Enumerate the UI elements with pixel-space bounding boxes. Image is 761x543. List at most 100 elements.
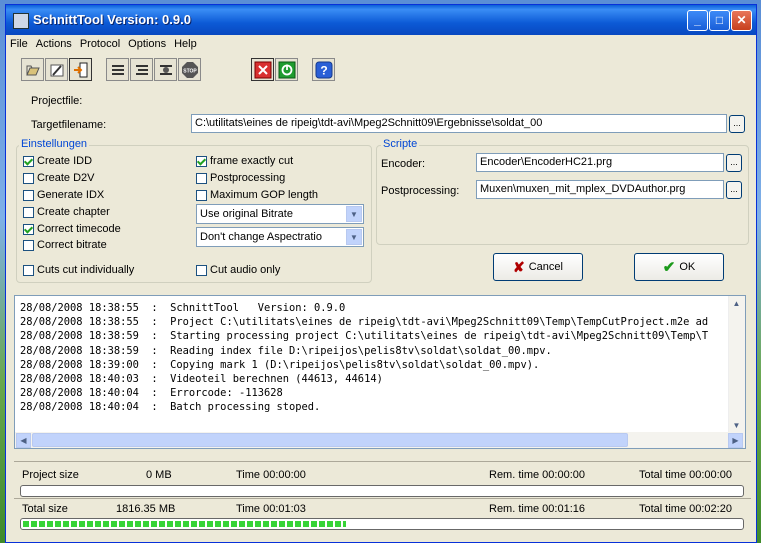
bitrate-select[interactable]: Use original Bitrate ▼ bbox=[196, 204, 364, 224]
checkbox-label: Create chapter bbox=[37, 206, 110, 218]
checkbox-box bbox=[23, 155, 34, 167]
schnitttool-window: SchnittTool Version: 0.9.0 _ □ ✕ File Act… bbox=[5, 4, 757, 543]
menu-file[interactable]: File bbox=[6, 35, 32, 50]
stop-button[interactable]: STOP bbox=[178, 58, 201, 81]
cuts-individually-checkbox[interactable]: Cuts cut individually bbox=[23, 264, 134, 276]
exit-button[interactable] bbox=[69, 58, 92, 81]
exit-door-icon bbox=[73, 62, 87, 77]
title-bar[interactable]: SchnittTool Version: 0.9.0 _ □ ✕ bbox=[6, 5, 756, 35]
einstellungen-label: Einstellungen bbox=[19, 138, 90, 150]
window-title: SchnittTool Version: 0.9.0 bbox=[33, 12, 191, 27]
scripte-label: Scripte bbox=[381, 138, 420, 150]
cut-audio-checkbox[interactable]: Cut audio only bbox=[196, 264, 280, 276]
checkbox-label: Correct bitrate bbox=[37, 239, 107, 251]
svg-text:STOP: STOP bbox=[183, 68, 197, 74]
stop-icon: STOP bbox=[181, 61, 198, 78]
menu-protocol[interactable]: Protocol bbox=[76, 35, 124, 50]
chevron-down-icon: ▼ bbox=[346, 229, 362, 245]
encoder-input[interactable]: Encoder\EncoderHC21.prg bbox=[476, 153, 724, 172]
cancel-tool-button[interactable] bbox=[251, 58, 274, 81]
create-idd-checkbox[interactable]: Create IDD bbox=[23, 155, 92, 167]
menu-bar: File Actions Protocol Options Help bbox=[6, 35, 756, 53]
edit-icon bbox=[50, 64, 63, 76]
correct-timecode-checkbox[interactable]: Correct timecode bbox=[23, 223, 121, 235]
list-process-icon bbox=[159, 64, 172, 75]
checkbox-label: Postprocessing bbox=[210, 172, 286, 184]
checkbox-box bbox=[23, 223, 34, 235]
scroll-down-icon[interactable]: ▼ bbox=[729, 418, 744, 433]
encoder-label: Encoder: bbox=[381, 158, 426, 170]
frame-exact-checkbox[interactable]: frame exactly cut bbox=[196, 155, 293, 167]
log-horizontal-scrollbar[interactable]: ◀ ▶ bbox=[15, 432, 745, 448]
ok-button[interactable]: ✔ OK bbox=[634, 253, 724, 281]
minimize-button[interactable]: _ bbox=[687, 10, 708, 31]
correct-bitrate-checkbox[interactable]: Correct bitrate bbox=[23, 239, 107, 251]
checkbox-box bbox=[23, 264, 34, 276]
divider bbox=[14, 461, 751, 462]
maximize-button[interactable]: □ bbox=[709, 10, 730, 31]
open-icon bbox=[25, 65, 40, 75]
project-rem-time: Rem. time 00:00:00 bbox=[489, 469, 585, 481]
scroll-thumb[interactable] bbox=[32, 433, 628, 447]
edit-button[interactable] bbox=[45, 58, 68, 81]
checkbox-box bbox=[196, 264, 207, 276]
close-button[interactable]: ✕ bbox=[731, 10, 752, 31]
checkbox-box bbox=[196, 189, 207, 201]
scroll-right-icon[interactable]: ▶ bbox=[728, 433, 743, 448]
total-rem-time: Rem. time 00:01:16 bbox=[489, 503, 585, 515]
menu-actions[interactable]: Actions bbox=[32, 35, 76, 50]
create-chapter-checkbox[interactable]: Create chapter bbox=[23, 206, 110, 218]
postprocessing-input[interactable]: Muxen\muxen_mit_mplex_DVDAuthor.prg bbox=[476, 180, 724, 199]
checkbox-label: Create D2V bbox=[37, 172, 95, 184]
total-total-time: Total time 00:02:20 bbox=[639, 503, 732, 515]
menu-help[interactable]: Help bbox=[170, 35, 201, 50]
checkbox-label: Generate IDX bbox=[37, 189, 105, 201]
create-d2v-checkbox[interactable]: Create D2V bbox=[23, 172, 94, 184]
checkbox-box bbox=[23, 206, 34, 218]
target-browse-button[interactable]: ... bbox=[729, 115, 745, 133]
open-button[interactable] bbox=[21, 58, 44, 81]
project-progress-bar bbox=[20, 485, 744, 497]
scroll-up-icon[interactable]: ▲ bbox=[729, 296, 744, 311]
list-process-button[interactable] bbox=[154, 58, 177, 81]
cancel-icon bbox=[254, 61, 271, 78]
svg-text:?: ? bbox=[320, 63, 327, 77]
list-button[interactable] bbox=[106, 58, 129, 81]
targetfilename-input[interactable]: C:\utilitats\eines de ripeig\tdt-avi\Mpe… bbox=[191, 114, 727, 133]
menu-options[interactable]: Options bbox=[124, 35, 170, 50]
generate-idx-checkbox[interactable]: Generate IDX bbox=[23, 189, 104, 201]
total-size-value: 1816.35 MB bbox=[116, 503, 176, 515]
total-size-label: Total size bbox=[22, 503, 68, 515]
help-button[interactable]: ? bbox=[312, 58, 335, 81]
targetfilename-label: Targetfilename: bbox=[31, 119, 107, 131]
project-total-time: Total time 00:00:00 bbox=[639, 469, 732, 481]
postprocessing-checkbox[interactable]: Postprocessing bbox=[196, 172, 285, 184]
progress-fill bbox=[23, 521, 346, 527]
divider bbox=[14, 498, 751, 499]
encoder-browse-button[interactable]: ... bbox=[726, 154, 742, 172]
select-value: Don't change Aspectratio bbox=[200, 231, 322, 243]
cancel-label: Cancel bbox=[528, 261, 563, 273]
log-panel[interactable]: 28/08/2008 18:38:55 : SchnittTool Versio… bbox=[14, 295, 746, 449]
app-icon bbox=[13, 13, 29, 29]
list-edit-button[interactable] bbox=[130, 58, 153, 81]
checkbox-label: Maximum GOP length bbox=[210, 189, 319, 201]
help-icon: ? bbox=[315, 61, 332, 78]
checkbox-box bbox=[23, 189, 34, 201]
max-gop-checkbox[interactable]: Maximum GOP length bbox=[196, 189, 318, 201]
chevron-down-icon: ▼ bbox=[346, 206, 362, 222]
project-size-value: 0 MB bbox=[146, 469, 172, 481]
select-value: Use original Bitrate bbox=[200, 208, 293, 220]
cancel-button[interactable]: ✘ Cancel bbox=[493, 253, 583, 281]
checkbox-label: Create IDD bbox=[37, 155, 93, 167]
log-vertical-scrollbar[interactable]: ▲ ▼ bbox=[728, 296, 745, 433]
total-progress-bar bbox=[20, 518, 744, 530]
scroll-left-icon[interactable]: ◀ bbox=[16, 433, 31, 448]
checkbox-box bbox=[23, 239, 34, 251]
checkbox-label: Cut audio only bbox=[210, 264, 281, 276]
power-button[interactable] bbox=[275, 58, 298, 81]
checkbox-box bbox=[196, 172, 207, 184]
postprocessing-browse-button[interactable]: ... bbox=[726, 181, 742, 199]
aspect-select[interactable]: Don't change Aspectratio ▼ bbox=[196, 227, 364, 247]
checkbox-label: frame exactly cut bbox=[210, 155, 294, 167]
